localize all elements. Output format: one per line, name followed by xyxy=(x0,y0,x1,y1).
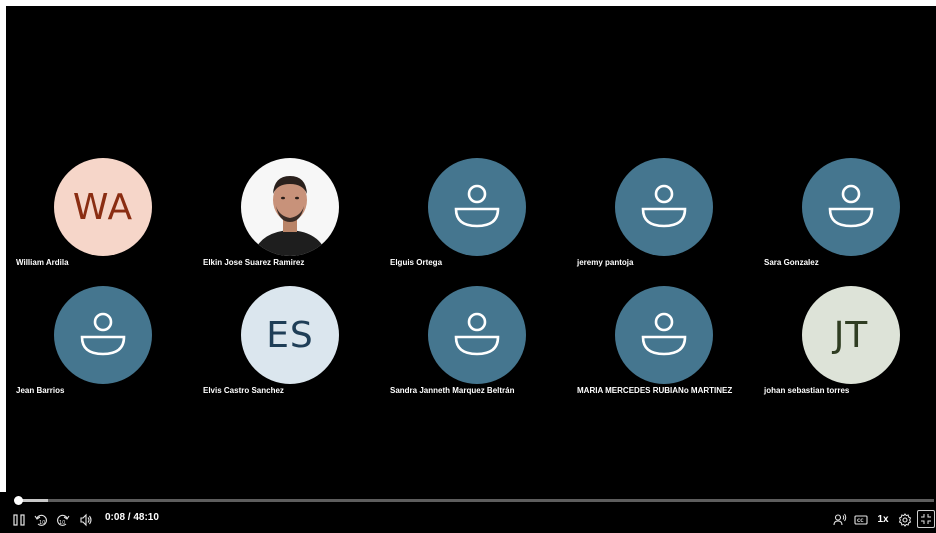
avatar: WA xyxy=(54,158,152,256)
person-icon xyxy=(454,312,500,356)
person-icon xyxy=(641,184,687,228)
avatar: JT xyxy=(802,286,900,384)
settings-icon xyxy=(898,512,912,527)
rewind-10-icon: 10 xyxy=(34,514,47,526)
svg-text:10: 10 xyxy=(59,520,65,526)
person-icon xyxy=(454,184,500,228)
participant-name: Jean Barrios xyxy=(16,386,65,395)
participant-name: johan sebastian torres xyxy=(764,386,850,395)
participant-name: Elvis Castro Sanchez xyxy=(203,386,284,395)
playback-speed-button[interactable]: 1x xyxy=(876,511,890,528)
svg-text:10: 10 xyxy=(39,520,45,526)
forward-10-icon: 10 xyxy=(57,514,70,526)
avatar xyxy=(428,286,526,384)
avatar-initials: JT xyxy=(833,314,869,356)
play-pause-icon xyxy=(13,513,25,526)
captions-button[interactable]: CC xyxy=(853,511,869,528)
fullscreen-button[interactable] xyxy=(917,510,935,528)
avatar xyxy=(802,158,900,256)
speaker-button[interactable] xyxy=(832,511,848,528)
player-controls-bar: 10 10 0:08 / 48:10 CC 1x xyxy=(0,492,936,533)
settings-button[interactable] xyxy=(898,511,912,528)
forward-button[interactable]: 10 xyxy=(56,511,70,528)
speed-label: 1x xyxy=(877,514,889,525)
avatar-initials: WA xyxy=(72,186,134,228)
participant-tile: WA William Ardila xyxy=(10,158,180,278)
progress-thumb[interactable] xyxy=(14,496,24,505)
avatar xyxy=(615,286,713,384)
participant-tile: Elguis Ortega xyxy=(384,158,554,278)
person-icon xyxy=(80,312,126,356)
play-pause-button[interactable] xyxy=(12,511,26,528)
rewind-button[interactable]: 10 xyxy=(34,511,48,528)
participant-name: Elkin Jose Suarez Ramirez xyxy=(203,258,305,267)
person-icon xyxy=(641,312,687,356)
avatar-initials: ES xyxy=(266,314,314,356)
participant-tile: Elkin Jose Suarez Ramirez xyxy=(197,158,367,278)
avatar xyxy=(615,158,713,256)
participant-tile: Sara Gonzalez xyxy=(758,158,928,278)
participant-name: MARIA MERCEDES RUBIANo MARTINEZ xyxy=(577,386,733,395)
participant-tile: Jean Barrios xyxy=(10,286,180,406)
participant-tile: JT johan sebastian torres xyxy=(758,286,928,406)
volume-button[interactable] xyxy=(78,511,94,528)
progress-bar[interactable] xyxy=(16,499,934,502)
svg-text:CC: CC xyxy=(857,518,864,524)
fullscreen-icon xyxy=(921,514,931,524)
profile-photo xyxy=(241,158,339,256)
video-stage: WA William Ardila Elkin Jose Suarez Ramire… xyxy=(6,6,936,502)
participant-tile: ES Elvis Castro Sanchez xyxy=(197,286,367,406)
participant-tile: jeremy pantoja xyxy=(571,158,741,278)
avatar xyxy=(428,158,526,256)
volume-icon xyxy=(80,513,92,526)
time-display: 0:08 / 48:10 xyxy=(105,512,159,523)
participant-tile: Sandra Janneth Marquez Beltrán xyxy=(384,286,554,406)
participant-name: Sara Gonzalez xyxy=(764,258,819,267)
avatar xyxy=(54,286,152,384)
speaker-icon xyxy=(833,513,847,525)
captions-icon: CC xyxy=(854,514,868,525)
participant-tile: MARIA MERCEDES RUBIANo MARTINEZ xyxy=(571,286,741,406)
participant-name: Sandra Janneth Marquez Beltrán xyxy=(390,386,515,395)
avatar xyxy=(241,158,339,256)
participant-name: Elguis Ortega xyxy=(390,258,443,267)
avatar: ES xyxy=(241,286,339,384)
person-icon xyxy=(828,184,874,228)
participant-name: jeremy pantoja xyxy=(577,258,634,267)
participant-name: William Ardila xyxy=(16,258,69,267)
